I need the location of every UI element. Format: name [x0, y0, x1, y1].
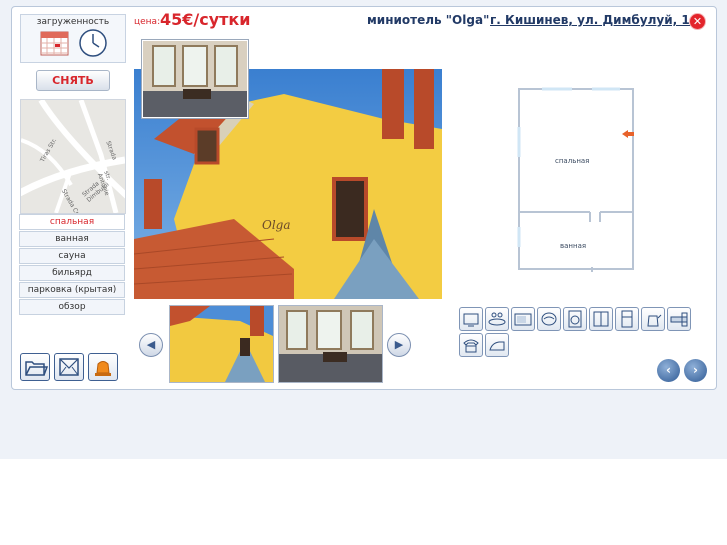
washing-machine-icon	[568, 310, 582, 328]
house-thumbnail	[170, 306, 273, 382]
room-label-bathroom: ванная	[560, 242, 587, 250]
amenity-washing-machine[interactable]	[563, 307, 587, 331]
hotel-name: миниотель "Olga"	[367, 13, 490, 27]
amenity-kettle[interactable]	[641, 307, 665, 331]
amenity-microwave[interactable]	[511, 307, 535, 331]
occupancy-box[interactable]: загруженность	[20, 14, 126, 63]
amenity-hairdryer[interactable]	[667, 307, 691, 331]
tv-icon	[463, 313, 479, 327]
air-conditioner-icon	[541, 312, 557, 326]
menu-item-parking[interactable]: парковка (крытая)	[19, 282, 125, 298]
menu-item-bathroom[interactable]: ванная	[19, 231, 125, 247]
folder-button[interactable]	[20, 353, 50, 381]
email-button[interactable]	[54, 353, 84, 381]
chevron-left-icon: ‹	[666, 363, 671, 377]
siren-button[interactable]	[88, 353, 118, 381]
menu-item-sauna[interactable]: сауна	[19, 248, 125, 264]
floor-plan[interactable]: спальная ванная	[512, 87, 642, 272]
thumbs-prev-button[interactable]: ◀	[139, 333, 163, 357]
inset-photo[interactable]	[142, 40, 248, 118]
close-button[interactable]: ✕	[690, 14, 705, 29]
thumbs-next-button[interactable]: ▶	[387, 333, 411, 357]
clock-icon	[79, 29, 107, 57]
folder-icon	[25, 361, 49, 376]
menu-item-bedroom[interactable]: спальная	[19, 214, 125, 230]
next-listing-button[interactable]: ›	[684, 359, 707, 382]
occupancy-label: загруженность	[36, 17, 110, 27]
chevron-right-icon: ›	[693, 363, 698, 377]
price-value: 45€/сутки	[160, 10, 251, 29]
thumbnail[interactable]	[169, 305, 274, 383]
iron-icon	[489, 341, 505, 351]
house-sign: Olga	[262, 218, 291, 232]
siren-icon	[95, 361, 111, 376]
fridge-icon	[621, 310, 633, 328]
kettle-icon	[647, 314, 662, 327]
coffee-maker-icon	[593, 311, 609, 327]
menu-item-overview[interactable]: обзор	[19, 299, 125, 315]
thumbnail[interactable]	[278, 305, 383, 383]
amenity-dishes[interactable]	[485, 307, 509, 331]
book-button[interactable]: СНЯТЬ	[36, 70, 110, 91]
amenity-iron[interactable]	[485, 333, 509, 357]
microwave-icon	[514, 313, 532, 326]
hotel-address-link[interactable]: г. Кишинев, ул. Димбулуй, 1/3	[490, 13, 702, 27]
amenity-coffee-maker[interactable]	[589, 307, 613, 331]
room-thumbnail	[279, 306, 382, 382]
phone-icon	[463, 339, 479, 353]
room-photo	[143, 41, 247, 117]
location-map[interactable]: Strada Dimbului Tiras Str. Strada Crinil…	[20, 99, 126, 214]
amenity-air-conditioner[interactable]	[537, 307, 561, 331]
chevron-left-icon: ◀	[146, 338, 156, 351]
menu-item-billiards[interactable]: бильярд	[19, 265, 125, 281]
dishes-icon	[488, 312, 506, 326]
listing-panel: загруженность СНЯТЬ Strada Dimbului Tira…	[11, 6, 717, 390]
calendar-icon	[40, 31, 69, 56]
room-label-bedroom: спальная	[555, 157, 590, 165]
amenity-tv[interactable]	[459, 307, 483, 331]
prev-listing-button[interactable]: ‹	[657, 359, 680, 382]
envelope-icon	[59, 358, 79, 376]
amenity-phone[interactable]	[459, 333, 483, 357]
hairdryer-icon	[670, 312, 688, 327]
chevron-right-icon: ▶	[394, 338, 404, 351]
price-prefix: цена:	[134, 17, 161, 27]
amenity-fridge[interactable]	[615, 307, 639, 331]
